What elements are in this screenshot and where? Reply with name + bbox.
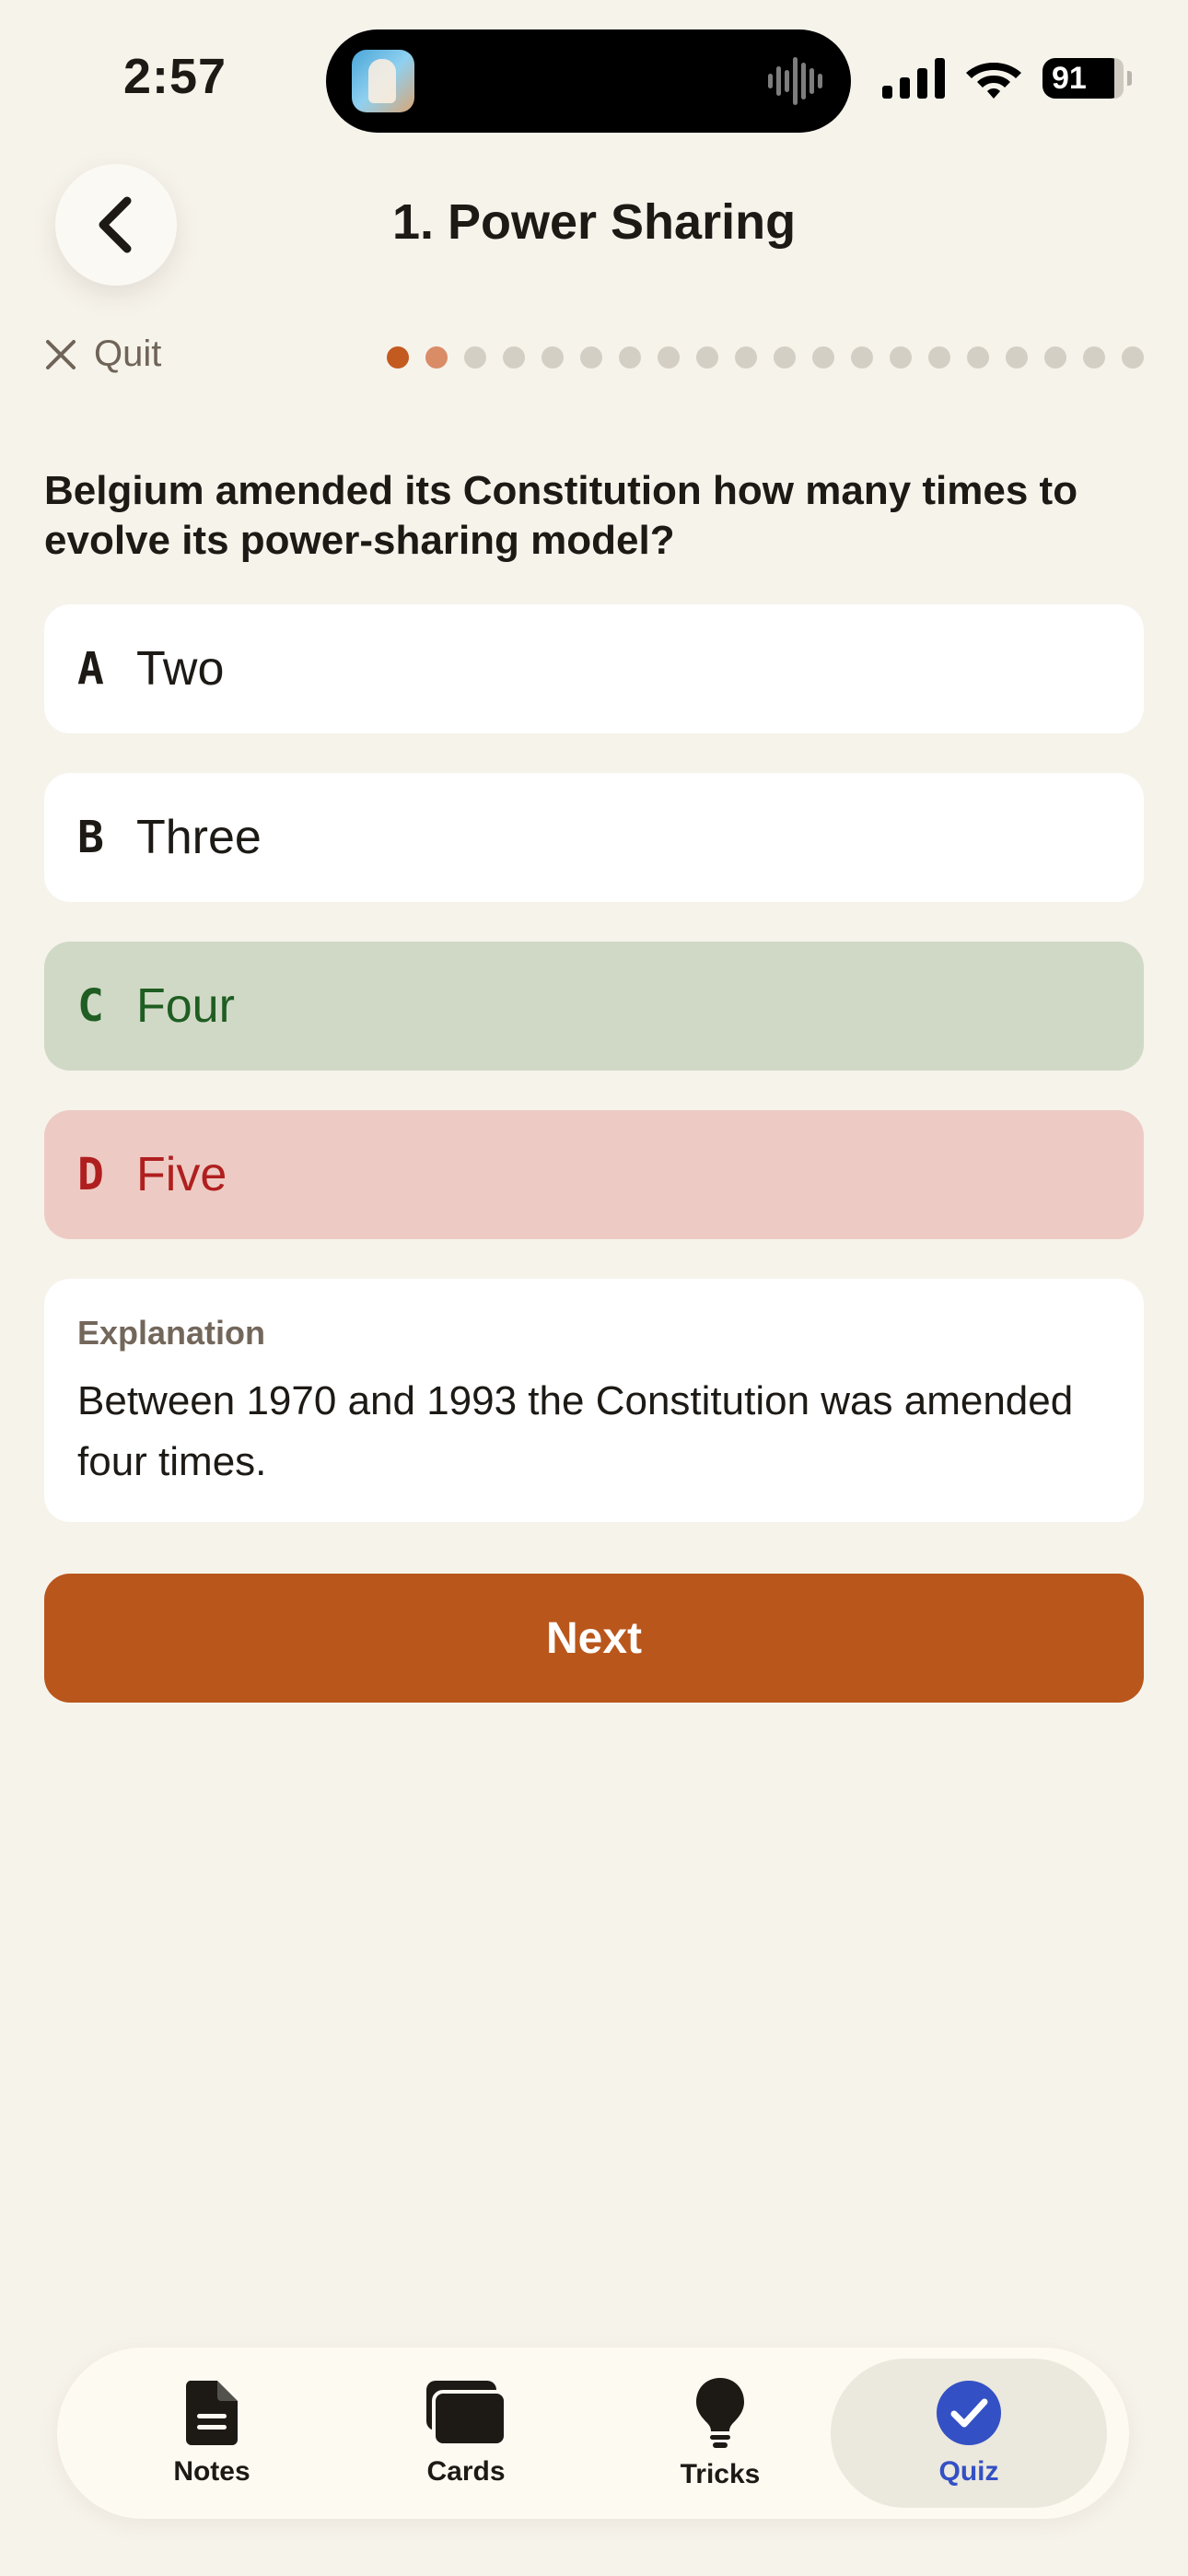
audio-waveform-icon — [768, 57, 822, 105]
progress-dot — [812, 346, 834, 369]
dynamic-island — [326, 29, 851, 133]
tab-quiz[interactable]: Quiz — [831, 2359, 1107, 2508]
progress-dot — [696, 346, 718, 369]
progress-dot — [1083, 346, 1105, 369]
check-circle-icon — [937, 2381, 1001, 2445]
progress-dot — [774, 346, 796, 369]
option-text: Five — [136, 1148, 227, 1201]
now-playing-app-icon — [352, 50, 414, 112]
option-d-wrong[interactable]: D Five — [44, 1110, 1144, 1239]
tab-label: Notes — [173, 2456, 250, 2487]
option-a[interactable]: A Two — [44, 604, 1144, 733]
option-text: Four — [136, 979, 235, 1033]
progress-dot — [542, 346, 564, 369]
progress-dot — [619, 346, 641, 369]
tab-notes[interactable]: Notes — [85, 2359, 339, 2508]
question-text: Belgium amended its Constitution how man… — [44, 468, 1078, 563]
battery-indicator: 91 — [1042, 58, 1132, 99]
bottom-tab-bar: Notes Cards Tricks Quiz — [57, 2348, 1129, 2519]
option-letter: B — [77, 812, 104, 863]
explanation-text: Between 1970 and 1993 the Constitution w… — [77, 1378, 1074, 1484]
progress-dot — [735, 346, 757, 369]
option-c-correct[interactable]: C Four — [44, 942, 1144, 1071]
progress-dots — [387, 346, 1144, 369]
page-title: 1. Power Sharing — [391, 194, 797, 250]
lightbulb-icon — [696, 2378, 744, 2448]
wifi-icon — [966, 63, 1021, 99]
cellular-signal-icon — [882, 58, 945, 99]
progress-dot — [387, 346, 409, 369]
option-letter: C — [77, 980, 104, 1032]
progress-dot — [967, 346, 989, 369]
option-letter: A — [77, 643, 104, 695]
progress-dot — [928, 346, 950, 369]
tab-label: Quiz — [938, 2456, 999, 2487]
option-letter: D — [77, 1149, 104, 1200]
explanation-card: Explanation Between 1970 and 1993 the Co… — [44, 1279, 1144, 1522]
tab-label: Cards — [426, 2456, 506, 2487]
cards-icon — [426, 2381, 507, 2447]
progress-dot — [851, 346, 873, 369]
tab-tricks[interactable]: Tricks — [593, 2359, 847, 2508]
quit-label: Quit — [94, 334, 162, 374]
explanation-title: Explanation — [77, 1314, 266, 1352]
progress-dot — [464, 346, 486, 369]
progress-dot — [658, 346, 680, 369]
progress-dot — [890, 346, 912, 369]
progress-dot — [580, 346, 602, 369]
tab-cards[interactable]: Cards — [339, 2359, 593, 2508]
quit-button[interactable]: Quit — [44, 334, 161, 375]
status-time: 2:57 — [123, 49, 227, 104]
option-text: Two — [136, 642, 225, 696]
progress-dot — [503, 346, 525, 369]
battery-level: 91 — [1052, 60, 1087, 96]
progress-dot — [1044, 346, 1066, 369]
next-button[interactable]: Next — [44, 1574, 1144, 1703]
close-icon — [46, 339, 76, 369]
option-b[interactable]: B Three — [44, 773, 1144, 902]
option-text: Three — [136, 811, 262, 864]
progress-dot — [1122, 346, 1144, 369]
document-icon — [185, 2381, 238, 2445]
tab-label: Tricks — [680, 2459, 761, 2489]
progress-dot — [425, 346, 448, 369]
progress-dot — [1006, 346, 1028, 369]
